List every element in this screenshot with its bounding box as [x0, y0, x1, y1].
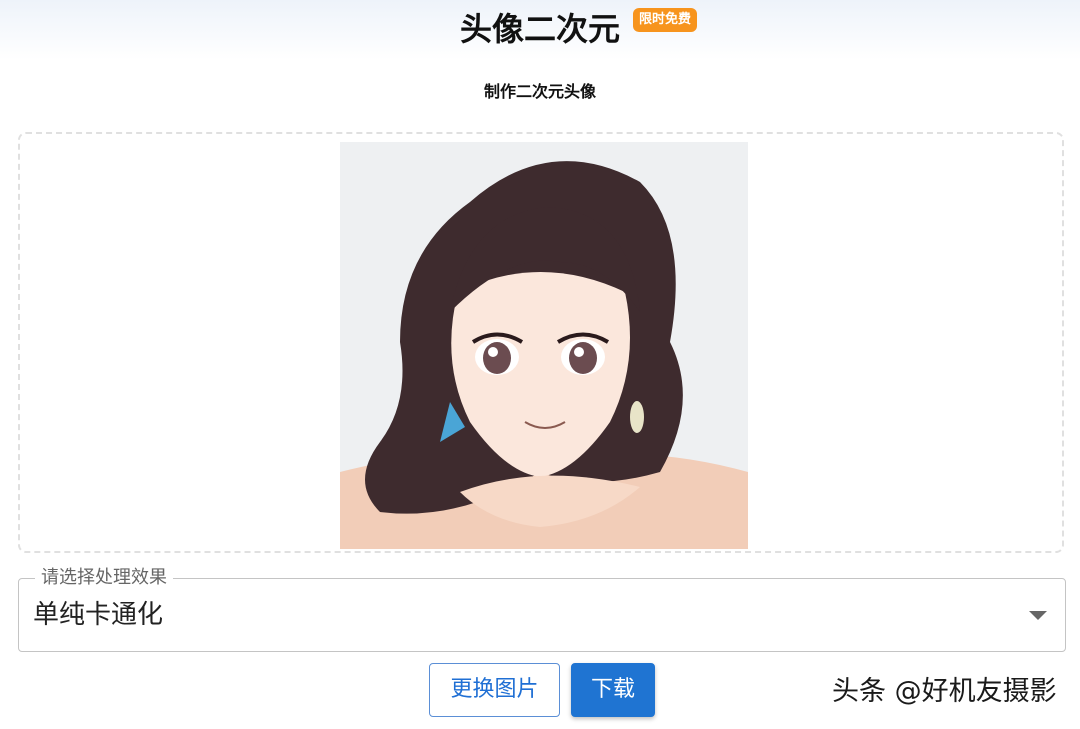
effect-select-value: 单纯卡通化: [33, 600, 164, 630]
download-button[interactable]: 下载: [571, 663, 655, 717]
watermark-text: 头条 @好机友摄影: [832, 676, 1057, 707]
anime-avatar-image: [340, 142, 748, 549]
page-subtitle: 制作二次元头像: [483, 82, 596, 101]
image-preview-area[interactable]: [18, 132, 1064, 553]
page-title: 头像二次元: [459, 10, 620, 48]
effect-select-label: 请选择处理效果: [35, 566, 173, 590]
change-image-button[interactable]: 更换图片: [429, 663, 560, 717]
chevron-down-icon[interactable]: [1029, 611, 1047, 620]
effect-select[interactable]: 请选择处理效果 单纯卡通化: [18, 566, 1066, 652]
free-badge: 限时免费: [633, 8, 698, 32]
